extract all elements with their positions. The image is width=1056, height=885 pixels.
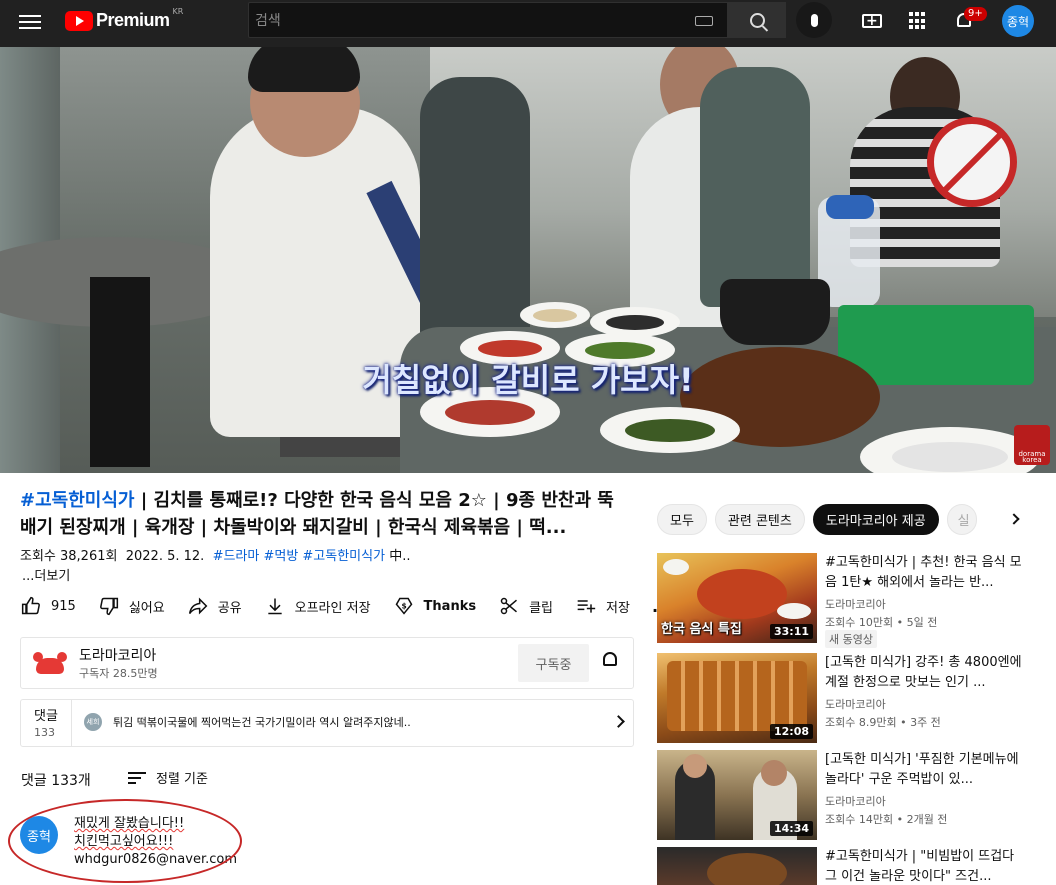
red-annotation-circle [8,799,242,883]
video-title: #고독한미식가 | 김치를 통째로!? 다양한 한국 음식 모음 2☆ | 9종… [20,487,630,541]
play-logo-icon [65,10,93,31]
dislike-button[interactable]: 싫어요 [98,596,165,616]
logo-region: KR [172,7,184,16]
comments-label: 댓글 [34,709,58,724]
create-video-icon[interactable] [860,9,884,33]
youtube-premium-logo[interactable]: Premium KR [65,7,184,31]
channel-row: 도라마코리아 구독자 28.5만명 구독중 [20,637,634,689]
preview-comment-text: 튀김 떡볶이국물에 찍어먹는건 국가기밀이라 역시 알려주지않네.. [113,716,411,729]
sort-comments-button[interactable]: 정렬 기준 [128,768,208,787]
chip-from-channel[interactable]: 도라마코리아 제공 [812,504,939,535]
recommended-stats: 조회수 8.9만회 • 3주 전 [825,716,941,729]
show-more-link[interactable]: ...더보기 [22,565,70,584]
comment-count-heading: 댓글 133개 [21,773,91,789]
thanks-button[interactable]: $ Thanks [393,596,477,616]
recommended-video[interactable]: 12:08 [고독한 미식가] 강주! 총 4800엔에 계절 한정으로 맛보는… [657,653,1056,743]
video-thumbnail[interactable]: 한국 음식 특집 33:11 [657,553,817,643]
offline-label: 오프라인 저장 [294,600,371,616]
menu-icon[interactable] [18,11,42,35]
recommended-video[interactable]: 14:34 [고독한 미식가] '푸짐한 기본메뉴에 놀라다' 구운 주먹밥이 … [657,750,1056,840]
action-bar: 915 싫어요 공유 오프라인 저장 $ Thanks 클립 저장 ... [20,595,695,617]
thumbnail-caption: 한국 음식 특집 [661,622,742,637]
recommended-title[interactable]: [고독한 미식가] '푸짐한 기본메뉴에 놀라다' 구운 주먹밥이 있... [825,750,1025,790]
view-count: 조회수 38,261회 [20,549,118,564]
chip-all[interactable]: 모두 [657,504,707,535]
comments-preview-count: 133 [34,726,55,739]
search-button[interactable] [728,2,786,38]
voice-search-button[interactable] [796,2,832,38]
thumbs-up-icon [21,596,40,615]
filter-chips: 모두 관련 콘텐츠 도라마코리아 제공 실 [657,504,985,536]
share-icon [188,597,208,615]
like-button[interactable]: 915 [20,596,76,616]
tags-suffix: 中.. [389,549,411,564]
video-duration: 33:11 [769,624,813,639]
dislike-label: 싫어요 [128,600,165,616]
scissors-icon [500,597,518,615]
sort-label: 정렬 기준 [156,772,208,787]
playlist-add-icon [577,600,596,613]
channel-avatar[interactable] [33,650,67,678]
upload-date: 2022. 5. 12. [125,549,205,564]
save-to-playlist-button[interactable]: 저장 [575,596,630,616]
preview-commenter-avatar: 세희 [84,713,102,731]
share-button[interactable]: 공유 [187,596,242,616]
like-count: 915 [51,598,76,614]
subscribed-button[interactable]: 구독중 [518,644,589,682]
account-avatar[interactable]: 종혁 [1002,5,1034,37]
video-tags[interactable]: #드라마 #먹방 #고독한미식가 [213,549,386,564]
thanks-icon: $ [395,597,412,615]
subscriber-count: 구독자 28.5만명 [79,667,158,680]
chip-related[interactable]: 관련 콘텐츠 [714,504,805,535]
keyboard-icon[interactable] [695,16,713,26]
channel-watermark[interactable]: dorama korea [1014,425,1050,465]
title-hashtag-link[interactable]: #고독한미식가 [20,490,134,511]
recommended-title[interactable]: [고독한 미식가] 강주! 총 4800엔에 계절 한정으로 맛보는 인기 ..… [825,653,1025,693]
recommended-video[interactable]: 한국 음식 특집 33:11 #고독한미식가 | 추천! 한국 음식 모음 1탄… [657,553,1056,648]
logo-text: Premium [96,10,170,30]
chip-next[interactable]: 실 [946,504,977,535]
no-smoking-sign [927,117,1017,207]
channel-bell-icon[interactable] [603,652,619,672]
chevron-right-icon[interactable] [1008,513,1020,525]
video-subtitle: 거칠없이 갈비로 가보자! [362,361,694,399]
video-thumbnail[interactable]: 12:08 [657,653,817,743]
save-label: 저장 [606,600,630,616]
recommended-channel[interactable]: 도라마코리아 [825,596,886,612]
new-video-badge: 새 동영상 [825,630,877,648]
video-duration: 14:34 [769,821,813,836]
clip-label: 클립 [529,600,554,616]
recommended-video[interactable]: #고독한미식가 | "비빔밥이 뜨겁다 그 이건 놀라운 맛이다" 즈건... [657,847,1056,885]
search-input[interactable]: 검색 [248,2,728,38]
top-bar: Premium KR 검색 9+ 종혁 [0,0,1056,47]
notification-count-badge: 9+ [964,7,987,21]
channel-name[interactable]: 도라마코리아 [79,645,156,665]
search-icon [749,12,765,28]
comments-preview[interactable]: 댓글 133 세희 튀김 떡볶이국물에 찍어먹는건 국가기밀이라 역시 알려주지… [20,699,634,747]
offline-save-button[interactable]: 오프라인 저장 [264,596,371,616]
recommended-title[interactable]: #고독한미식가 | 추천! 한국 음식 모음 1탄★ 해외에서 놀라는 반... [825,553,1025,593]
thanks-label: Thanks [423,598,477,614]
recommended-channel[interactable]: 도라마코리아 [825,696,886,712]
chevron-right-icon [612,715,625,728]
video-player[interactable]: 거칠없이 갈비로 가보자! dorama korea [0,47,1056,473]
download-icon [267,598,282,615]
apps-grid-icon[interactable] [906,9,930,33]
sort-icon [128,771,146,784]
video-thumbnail[interactable] [657,847,817,885]
recommended-stats: 조회수 14만회 • 2개월 전 [825,813,948,826]
recommended-channel[interactable]: 도라마코리아 [825,793,886,809]
search-placeholder: 검색 [255,13,281,29]
video-meta[interactable]: 조회수 38,261회 2022. 5. 12. #드라마 #먹방 #고독한미식… [20,545,410,564]
recommended-stats: 조회수 10만회 • 5일 전 [825,616,938,629]
clip-button[interactable]: 클립 [498,596,553,616]
video-duration: 12:08 [769,724,813,739]
thumbs-down-icon [99,597,118,616]
mic-icon [810,13,818,27]
share-label: 공유 [217,600,242,616]
video-thumbnail[interactable]: 14:34 [657,750,817,840]
svg-text:$: $ [401,602,406,611]
recommended-title[interactable]: #고독한미식가 | "비빔밥이 뜨겁다 그 이건 놀라운 맛이다" 즈건... [825,847,1025,885]
